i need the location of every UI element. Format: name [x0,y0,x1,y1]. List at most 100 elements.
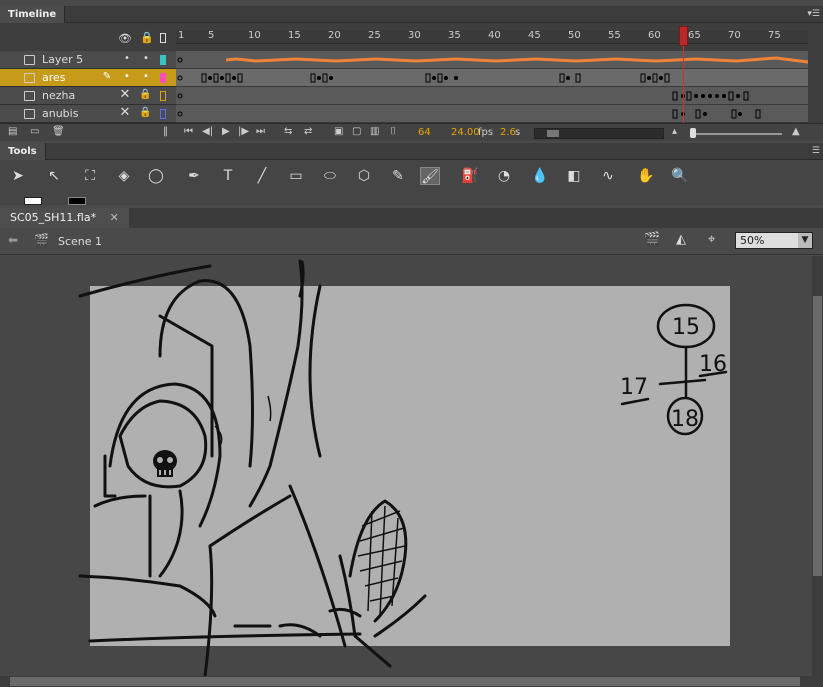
current-frame[interactable]: 64 [418,127,431,138]
sketch-drawing: 15 16 17 18 [78,259,728,676]
new-layer-icon[interactable]: ▤ [8,126,17,137]
lock-dot[interactable]: • [140,71,152,82]
lock-icon[interactable]: 🔒 [139,107,151,118]
selection-tool-icon[interactable]: ➤ [8,167,28,185]
pencil-tool-icon[interactable]: ✎ [388,167,408,185]
onion-skin-icon[interactable]: ▣ [334,126,343,137]
free-transform-icon[interactable]: ⛶ [80,167,100,185]
eye-icon[interactable]: 👁 [118,32,132,45]
zoom-select[interactable]: 50% ▼ [735,232,813,249]
next-frame-icon[interactable]: |▶ [238,126,249,137]
frame-row[interactable] [176,51,808,69]
playhead[interactable] [679,26,688,46]
paint-bucket-icon[interactable]: ⛽ [460,167,480,185]
ink-bottle-icon[interactable]: ◔ [494,167,514,185]
layer-name: nezha [42,89,76,102]
panel-menu-icon[interactable]: ▾☰ [807,9,820,19]
eyedropper-icon[interactable]: 💧 [530,167,550,185]
hand-tool-icon[interactable]: ✋ [636,167,656,185]
eraser-icon[interactable]: ◧ [564,167,584,185]
edit-multiple-icon[interactable]: ▥ [370,126,379,137]
delete-layer-icon[interactable]: 🗑 [52,126,65,137]
layer-row[interactable]: anubis ✕ 🔒 [0,105,176,123]
stroke-color-swatch[interactable] [24,197,42,205]
center-frame-icon[interactable]: ⇄ [304,126,312,137]
zoom-out-icon[interactable]: ▴ [672,126,677,137]
frame-row[interactable] [176,105,808,123]
panel-menu-icon[interactable]: ☰ [812,146,820,156]
layer-color-swatch[interactable] [160,91,166,101]
visibility-dot[interactable]: • [121,53,133,64]
subselection-tool-icon[interactable]: ↖ [44,167,64,185]
play-icon[interactable]: ▶ [222,126,230,137]
close-icon[interactable]: ✕ [110,211,119,224]
bone-tool-icon[interactable]: ∿ [598,167,618,185]
frame-rate[interactable]: 24.00 [451,127,480,138]
3d-rotation-icon[interactable]: ◈ [114,167,134,185]
layer-color-swatch[interactable] [160,73,166,83]
onion-outline-icon[interactable]: ▢ [352,126,361,137]
frame-row[interactable] [176,87,808,105]
timeline-hscroll[interactable] [534,128,664,139]
outline-icon[interactable] [160,33,166,43]
layer-name: Layer 5 [42,53,84,66]
oval-tool-icon[interactable]: ⬭ [320,167,340,185]
hidden-x-icon[interactable]: ✕ [119,87,131,102]
first-frame-icon[interactable]: ⏮ [184,126,193,137]
new-folder-icon[interactable]: ▭ [30,126,39,137]
layer-row-selected[interactable]: ares ✎ • • [0,69,176,87]
horizontal-scrollbar[interactable] [0,676,823,687]
fill-color-swatch[interactable] [68,197,86,205]
vertical-scrollbar[interactable] [812,256,823,676]
frame-grid[interactable] [176,51,808,123]
slider-handle[interactable] [690,128,696,138]
text-tool-icon[interactable]: T [218,167,238,185]
timeline-tab[interactable]: Timeline [0,6,66,23]
visibility-dot[interactable]: • [121,71,133,82]
frame-row[interactable] [176,69,808,87]
modify-markers-icon[interactable]: ⌷ [390,126,396,137]
edit-symbols-icon[interactable]: ◭ [676,232,686,247]
hscroll-thumb[interactable] [547,130,559,137]
tools-tab[interactable]: Tools [0,143,46,160]
document-tab-label: SC05_SH11.fla* [10,211,97,224]
ruler-label: 40 [488,30,501,41]
layer-color-swatch[interactable] [160,55,166,65]
loop-icon[interactable]: ⇆ [284,126,292,137]
layer-color-swatch[interactable] [160,109,166,119]
hscroll-thumb[interactable] [10,677,800,686]
document-tab[interactable]: SC05_SH11.fla* ✕ [0,208,129,228]
frame-size-slider[interactable] [690,133,782,135]
ruler-label: 70 [728,30,741,41]
stage-area[interactable]: 15 16 17 18 [0,256,812,676]
zoom-in-icon[interactable]: ▲ [792,126,800,137]
timeline-panel: Timeline ▾☰ 👁 🔒 1 5 10 15 20 25 30 35 40… [0,6,823,141]
pen-tool-icon[interactable]: ✒ [184,167,204,185]
back-arrow-icon[interactable]: ⬅ [8,233,18,247]
brush-tool-icon[interactable]: 🖌 [420,167,440,185]
chevron-down-icon[interactable]: ▼ [798,233,812,248]
lock-dot[interactable]: • [140,53,152,64]
hidden-x-icon[interactable]: ✕ [119,105,131,120]
vscroll-thumb[interactable] [813,296,822,576]
tools-tab-bar: Tools ☰ [0,143,823,160]
edit-scene-icon[interactable]: 🎬 [644,232,660,247]
line-tool-icon[interactable]: ╱ [252,167,272,185]
ruler-label: 20 [328,30,341,41]
elapsed-time[interactable]: 2.6 [500,127,516,138]
rectangle-tool-icon[interactable]: ▭ [286,167,306,185]
timeline-footer: ▤ ▭ 🗑 ‖ ⏮ ◀| ▶ |▶ ⏭ ⇆ ⇄ ▣ ▢ ▥ ⌷ 64 24.00… [0,123,823,141]
polystar-tool-icon[interactable]: ⬡ [354,167,374,185]
lock-icon[interactable]: 🔒 [139,89,151,100]
ruler-label: 25 [368,30,381,41]
zoom-tool-icon[interactable]: 🔍 [670,167,690,185]
last-frame-icon[interactable]: ⏭ [256,126,265,137]
center-stage-icon[interactable]: ⌖ [708,232,715,247]
ruler-label: 15 [288,30,301,41]
layer-row[interactable]: Layer 5 • • [0,51,176,69]
lasso-icon[interactable]: ◯ [146,167,166,185]
frame-ruler[interactable]: 1 5 10 15 20 25 30 35 40 45 50 55 60 65 … [176,30,808,44]
lock-icon[interactable]: 🔒 [140,31,154,44]
prev-frame-icon[interactable]: ◀| [202,126,213,137]
layer-row[interactable]: nezha ✕ 🔒 [0,87,176,105]
